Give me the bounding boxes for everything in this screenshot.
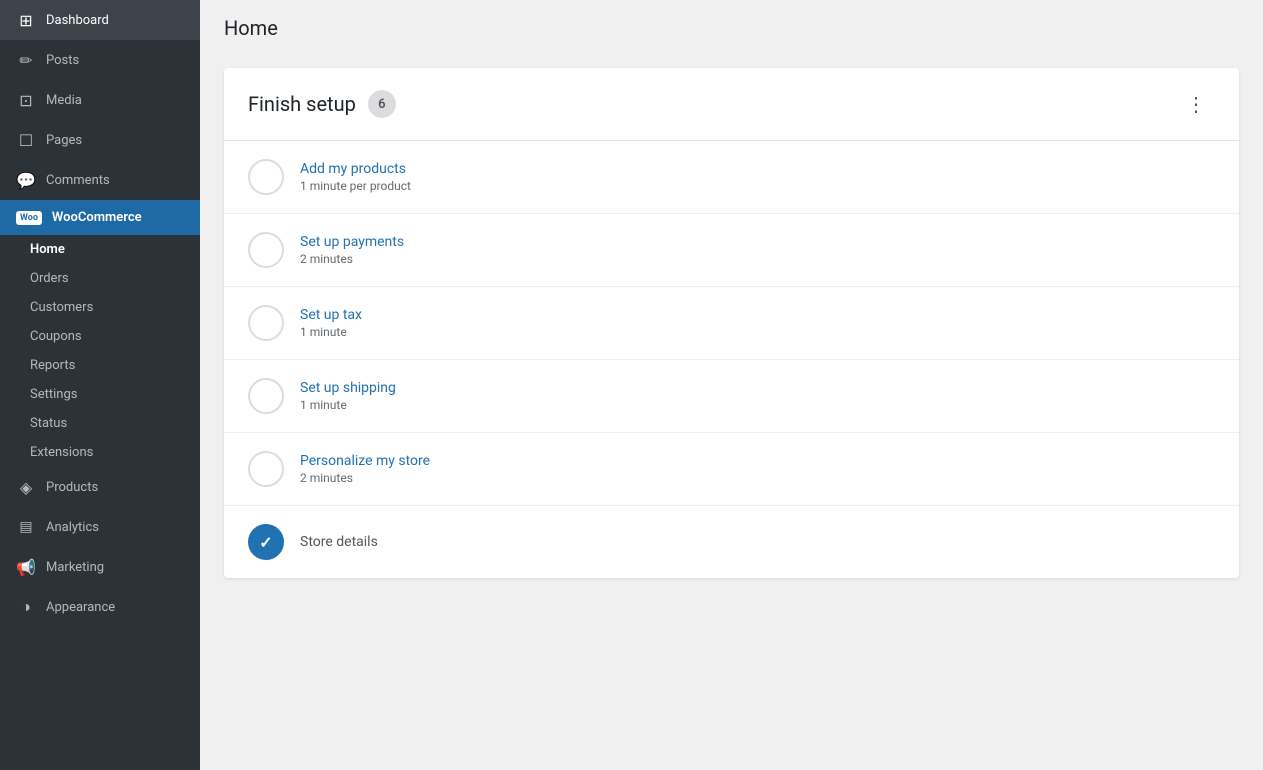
setup-item-store-details: Store details [224,506,1239,578]
woocommerce-menu-item[interactable]: Woo WooCommerce [0,200,200,235]
sidebar-item-posts-label: Posts [46,53,79,68]
setup-circle-personalize [248,451,284,487]
setup-info-personalize: Personalize my store 2 minutes [300,453,430,485]
setup-item-shipping: Set up shipping 1 minute [224,360,1239,433]
sidebar-item-pages[interactable]: ☐ Pages [0,120,200,160]
subnav-settings[interactable]: Settings [0,380,200,409]
setup-info-add-products: Add my products 1 minute per product [300,161,411,193]
sidebar-item-analytics[interactable]: ▤ Analytics [0,507,200,547]
setup-card-title: Finish setup [248,92,356,116]
subnav-reports[interactable]: Reports [0,351,200,380]
setup-subtitle-shipping: 1 minute [300,398,396,412]
analytics-icon: ▤ [16,517,36,537]
comments-icon: 💬 [16,170,36,190]
setup-info-payments: Set up payments 2 minutes [300,234,404,266]
setup-title-add-products[interactable]: Add my products [300,161,411,177]
sidebar-item-media[interactable]: ⊡ Media [0,80,200,120]
setup-title-payments[interactable]: Set up payments [300,234,404,250]
setup-card-menu-button[interactable]: ⋮ [1178,88,1215,120]
setup-circle-payments [248,232,284,268]
sidebar-item-products-label: Products [46,480,98,495]
setup-subtitle-personalize: 2 minutes [300,471,430,485]
sidebar-item-posts[interactable]: ✏ Posts [0,40,200,80]
setup-subtitle-tax: 1 minute [300,325,362,339]
sidebar-item-appearance[interactable]: ◑ Appearance [0,587,200,627]
sidebar-item-dashboard[interactable]: ⊞ Dashboard [0,0,200,40]
setup-circle-store-details [248,524,284,560]
sidebar: ⊞ Dashboard ✏ Posts ⊡ Media ☐ Pages 💬 Co… [0,0,200,770]
sidebar-item-marketing[interactable]: 📢 Marketing [0,547,200,587]
main-content: Home Finish setup 6 ⋮ Add my products 1 … [200,0,1263,770]
sidebar-item-comments[interactable]: 💬 Comments [0,160,200,200]
setup-card: Finish setup 6 ⋮ Add my products 1 minut… [224,68,1239,578]
setup-info-store-details: Store details [300,534,378,550]
sidebar-item-products[interactable]: ◈ Products [0,467,200,507]
sidebar-item-comments-label: Comments [46,173,110,188]
setup-circle-add-products [248,159,284,195]
setup-item-add-products: Add my products 1 minute per product [224,141,1239,214]
woocommerce-subnav: Home Orders Customers Coupons Reports Se… [0,235,200,467]
sidebar-item-dashboard-label: Dashboard [46,13,109,28]
pages-icon: ☐ [16,130,36,150]
setup-info-shipping: Set up shipping 1 minute [300,380,396,412]
setup-subtitle-payments: 2 minutes [300,252,404,266]
subnav-status[interactable]: Status [0,409,200,438]
setup-circle-shipping [248,378,284,414]
setup-item-tax: Set up tax 1 minute [224,287,1239,360]
sidebar-item-appearance-label: Appearance [46,600,115,615]
setup-subtitle-add-products: 1 minute per product [300,179,411,193]
setup-item-payments: Set up payments 2 minutes [224,214,1239,287]
woo-arrow-icon [190,206,200,230]
woocommerce-label: WooCommerce [52,210,142,225]
media-icon: ⊡ [16,90,36,110]
setup-badge: 6 [368,90,396,118]
subnav-coupons[interactable]: Coupons [0,322,200,351]
setup-title-shipping[interactable]: Set up shipping [300,380,396,396]
page-title: Home [224,16,1239,40]
subnav-extensions[interactable]: Extensions [0,438,200,467]
setup-circle-tax [248,305,284,341]
subnav-home[interactable]: Home [0,235,200,264]
appearance-icon: ◑ [16,597,36,617]
subnav-customers[interactable]: Customers [0,293,200,322]
setup-info-tax: Set up tax 1 minute [300,307,362,339]
woocommerce-section: Woo WooCommerce Home Orders Customers Co… [0,200,200,467]
posts-icon: ✏ [16,50,36,70]
products-icon: ◈ [16,477,36,497]
setup-title-store-details[interactable]: Store details [300,534,378,550]
sidebar-item-marketing-label: Marketing [46,560,104,575]
setup-item-personalize: Personalize my store 2 minutes [224,433,1239,506]
sidebar-item-analytics-label: Analytics [46,520,99,535]
subnav-orders[interactable]: Orders [0,264,200,293]
sidebar-item-media-label: Media [46,93,82,108]
dashboard-icon: ⊞ [16,10,36,30]
woo-badge-icon: Woo [16,211,42,225]
marketing-icon: 📢 [16,557,36,577]
setup-card-header: Finish setup 6 ⋮ [224,68,1239,141]
sidebar-item-pages-label: Pages [46,133,82,148]
topbar: Home [200,0,1263,48]
setup-title-tax[interactable]: Set up tax [300,307,362,323]
setup-title-personalize[interactable]: Personalize my store [300,453,430,469]
